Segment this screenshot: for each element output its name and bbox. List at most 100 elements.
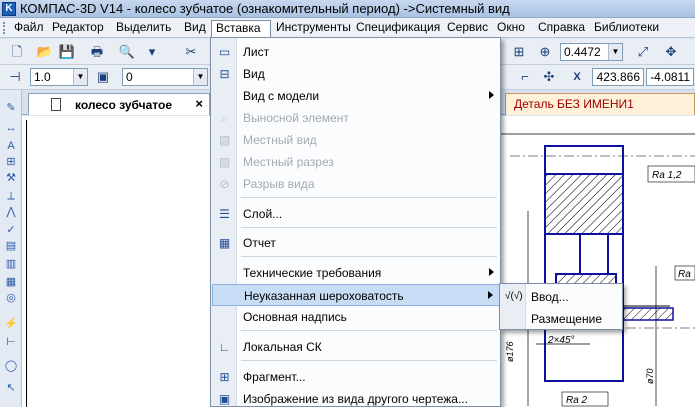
coord-x-field[interactable]: 423.866: [592, 68, 644, 86]
preview-dropdown-icon[interactable]: ▾: [143, 43, 161, 61]
menu-item-callout: ⌕ Выносной элемент: [212, 107, 500, 129]
snap-icon[interactable]: ✣: [540, 68, 558, 86]
cut-icon[interactable]: ✂: [182, 43, 200, 61]
submenu-item-input[interactable]: √(√) Ввод...: [501, 286, 622, 307]
roughness-submenu: √(√) Ввод... Размещение: [499, 283, 623, 330]
submenu-arrow-icon: [489, 268, 494, 276]
zoom-all-icon[interactable]: ⤢: [634, 43, 652, 61]
menu-tools[interactable]: Инструменты: [272, 20, 355, 37]
drawing-doc-icon: [51, 98, 61, 111]
chevron-down-icon[interactable]: ▼: [608, 44, 622, 60]
layer-state-icon[interactable]: ▣: [94, 68, 112, 86]
menu-item-image-from-view[interactable]: ▣ Изображение из вида другого чертежа...: [212, 388, 500, 407]
local-cs-icon: ∟: [218, 340, 231, 354]
local-view-icon: ▧: [218, 133, 231, 147]
compact-toolbar: ✎ ↔ A ⊞ ⚒ ⟂ ⋀ ✓ ▤ ▥ ▦ ◎ ⚡ ⊢ ◯ ↖: [0, 90, 22, 407]
kompas-logo-icon: K: [2, 2, 16, 16]
menu-item-tech-requirements[interactable]: Технические требования: [212, 262, 500, 284]
menubar-grip: [3, 22, 6, 34]
menu-item-local-cs[interactable]: ∟ Локальная СК: [212, 336, 500, 358]
layer-combo[interactable]: 0 ▼: [122, 68, 208, 86]
fragment-icon: ⊞: [219, 370, 230, 384]
menu-select[interactable]: Выделить: [112, 20, 175, 37]
submenu-arrow-icon: [489, 91, 494, 99]
notation-icon[interactable]: A: [2, 138, 20, 154]
menu-specification[interactable]: Спецификация: [352, 20, 444, 37]
axis-icon[interactable]: ⊢: [2, 334, 20, 350]
dimensions-icon[interactable]: ↔: [2, 120, 20, 136]
menu-separator: [241, 227, 497, 228]
selection-icon[interactable]: ⋀: [2, 204, 20, 220]
save-icon[interactable]: 💾: [58, 43, 76, 61]
menu-item-layer[interactable]: ☰ Слой...: [212, 203, 500, 225]
menu-item-view-break: ⊘ Разрыв вида: [212, 173, 500, 195]
submenu-item-placement[interactable]: Размещение: [501, 308, 622, 329]
lightning-icon[interactable]: ⚡: [2, 316, 20, 332]
menu-separator: [241, 330, 497, 331]
menu-item-fragment[interactable]: ⊞ Фрагмент...: [212, 366, 500, 388]
roughness-label-3: Ra 2: [566, 395, 588, 406]
diameter-label-2: ø70: [645, 368, 655, 384]
pan-icon[interactable]: ✥: [662, 43, 680, 61]
local-section-icon: ▨: [218, 155, 231, 169]
menu-item-local-view: ▧ Местный вид: [218, 133, 317, 147]
x-coord-label: X: [573, 71, 581, 83]
preview-icon[interactable]: 🔍: [118, 43, 136, 61]
tab-koleso[interactable]: колесо зубчатое ×: [28, 93, 210, 115]
menu-edit[interactable]: Редактор: [48, 20, 108, 37]
menu-item-view-from-model[interactable]: Вид с модели: [212, 85, 500, 107]
view-break-icon: ⊘: [219, 177, 230, 191]
menu-item-sheet[interactable]: ▭ Лист: [212, 41, 500, 63]
chevron-down-icon[interactable]: ▼: [193, 69, 207, 85]
new-document-icon[interactable]: 🗋: [8, 43, 26, 61]
callout-icon: ⌕: [221, 111, 228, 125]
roughness-sign-icon: √(√): [505, 291, 523, 302]
tab-part-unnamed[interactable]: Деталь БЕЗ ИМЕНИ1: [505, 93, 695, 115]
close-icon[interactable]: ×: [195, 96, 203, 111]
menu-item-view[interactable]: ⊟ Вид: [212, 63, 500, 85]
zoom-combo[interactable]: 0.4472 ▼: [560, 43, 623, 61]
menu-item-unspecified-roughness[interactable]: Неуказанная шероховатость: [212, 284, 500, 306]
menu-item-report[interactable]: ▦ Отчет: [212, 232, 500, 254]
chamfer-label: 2×45°: [547, 335, 575, 346]
fragment-side-icon[interactable]: ◎: [2, 290, 20, 306]
menu-separator: [241, 256, 497, 257]
submenu-arrow-icon: [488, 291, 493, 299]
circle-tool-icon[interactable]: ◯: [2, 358, 20, 374]
report-side-icon[interactable]: ▥: [2, 256, 20, 272]
insert-menu: ▭ Лист ⊟ Вид Вид с модели ⌕ Выносной эле…: [210, 37, 501, 407]
geometry-icon[interactable]: ✎: [2, 100, 20, 116]
menu-help[interactable]: Справка: [534, 20, 589, 37]
coord-y-field[interactable]: -4.0811: [646, 68, 694, 86]
menu-service[interactable]: Сервис: [443, 20, 492, 37]
menu-file[interactable]: Файл: [10, 20, 48, 37]
zoom-icon[interactable]: ⊕: [536, 43, 554, 61]
arrow-tool-icon[interactable]: ↖: [2, 380, 20, 396]
chevron-down-icon[interactable]: ▼: [73, 69, 87, 85]
diameter-label-1: ø176: [505, 341, 515, 362]
menu-insert[interactable]: Вставка: [211, 20, 271, 37]
print-icon[interactable]: 🖶: [88, 43, 106, 61]
spec-icon[interactable]: ▤: [2, 238, 20, 254]
ortho-icon[interactable]: ⌐: [516, 68, 534, 86]
menu-item-local-section: ▨ Местный разрез: [218, 155, 334, 169]
insert-side-icon[interactable]: ▦: [2, 274, 20, 290]
menu-view[interactable]: Вид: [180, 20, 210, 37]
sheet-icon: ▭: [218, 45, 231, 59]
menu-libraries[interactable]: Библиотеки: [590, 20, 663, 37]
zoom-window-icon[interactable]: ⊞: [510, 43, 528, 61]
view-icon: ⊟: [219, 67, 230, 81]
menu-window[interactable]: Окно: [493, 20, 529, 37]
menu-separator: [241, 360, 497, 361]
measure-icon[interactable]: ⟂: [2, 188, 20, 204]
roughness-label-1: Ra 1,2: [652, 170, 682, 181]
line-scale-combo[interactable]: 1.0 ▼: [30, 68, 88, 86]
edit-icon[interactable]: ⊞: [2, 154, 20, 170]
parametrization-icon[interactable]: ⚒: [2, 170, 20, 186]
menu-item-title-block[interactable]: Основная надпись: [212, 306, 500, 328]
state-icon[interactable]: ⊣: [6, 68, 24, 86]
roughness-label-2: Ra: [678, 269, 691, 280]
open-folder-icon[interactable]: 📂: [36, 43, 54, 61]
tab-label: колесо зубчатое: [75, 98, 173, 112]
associative-view-icon[interactable]: ✓: [2, 222, 20, 238]
